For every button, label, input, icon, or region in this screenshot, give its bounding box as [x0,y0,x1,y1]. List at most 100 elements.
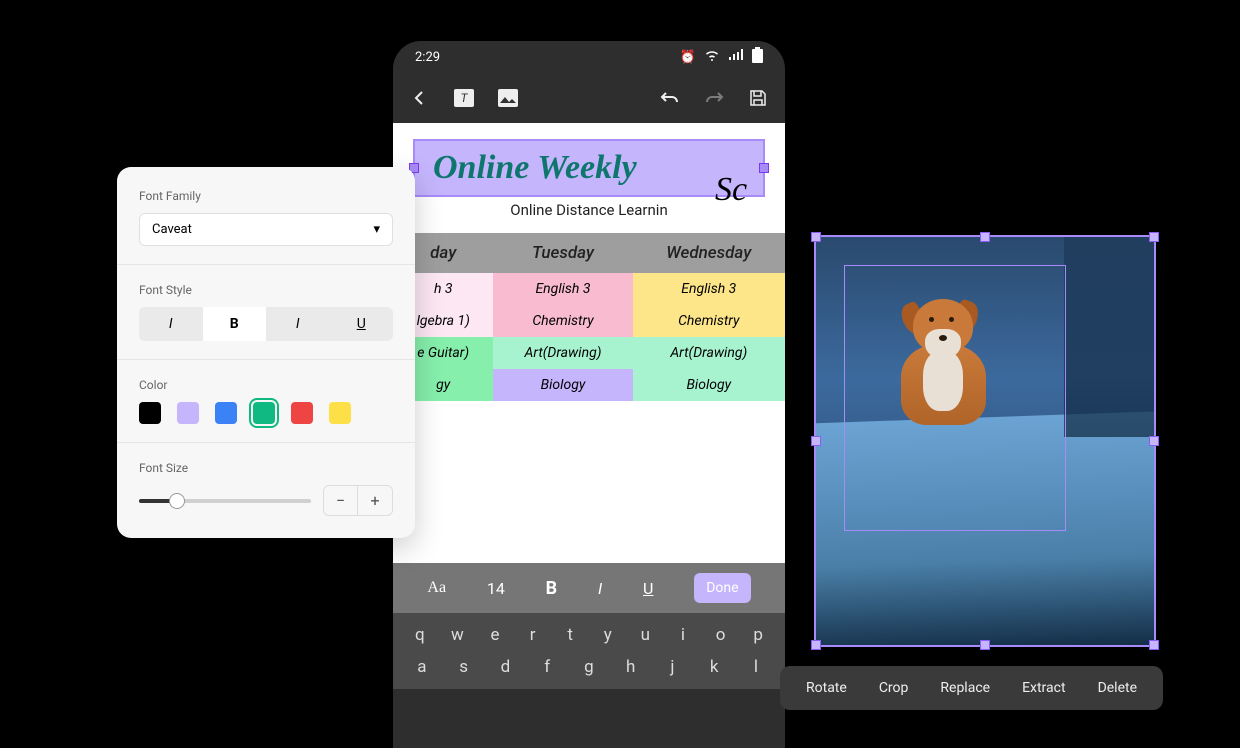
document-canvas[interactable]: Online Weekly Sc Online Distance Learnin… [393,123,785,563]
color-swatch[interactable] [253,402,275,424]
resize-handle-tl[interactable] [811,232,821,242]
color-label: Color [139,378,393,392]
table-cell: Biology [493,369,632,401]
resize-handle-bm[interactable] [980,640,990,650]
chevron-down-icon: ▾ [373,222,380,237]
resize-handle-br[interactable] [1149,640,1159,650]
font-button[interactable]: Aa [427,579,446,597]
table-cell: Art(Drawing) [493,337,632,369]
stepper-plus[interactable]: + [358,486,392,515]
stepper-minus[interactable]: − [324,486,358,515]
table-cell: English 3 [633,273,785,305]
keyboard-key[interactable]: e [481,625,509,645]
keyboard-key[interactable]: f [533,657,561,677]
undo-icon[interactable] [659,87,681,109]
font-family-select[interactable]: Caveat ▾ [139,213,393,246]
resize-handle-mr[interactable] [1149,436,1159,446]
italic-button[interactable]: I [598,579,602,598]
bold-button[interactable]: B [546,578,558,599]
table-row: e Guitar)Art(Drawing)Art(Drawing) [393,337,785,369]
font-size-label: Font Size [139,461,393,475]
keyboard-key[interactable]: s [450,657,478,677]
color-swatch[interactable] [139,402,161,424]
font-size-slider[interactable] [139,499,311,503]
resize-handle-bl[interactable] [811,640,821,650]
font-style-label: Font Style [139,283,393,297]
resize-handle-tm[interactable] [980,232,990,242]
battery-icon [752,47,763,67]
color-swatch[interactable] [177,402,199,424]
svg-text:T: T [461,91,469,105]
keyboard-key[interactable]: w [443,625,471,645]
keyboard-key[interactable]: q [406,625,434,645]
keyboard-key[interactable]: i [669,625,697,645]
keyboard-key[interactable]: k [700,657,728,677]
table-row: lgebra 1)ChemistryChemistry [393,305,785,337]
crop-button[interactable]: Crop [879,680,909,696]
underline-button[interactable]: U [643,579,653,598]
resize-handle-tr[interactable] [1149,232,1159,242]
keyboard-key[interactable]: u [631,625,659,645]
keyboard-key[interactable]: p [744,625,772,645]
table-cell: Chemistry [493,305,632,337]
font-panel: Font Family Caveat ▾ Font Style I B I U … [117,167,415,538]
color-swatch[interactable] [329,402,351,424]
keyboard-key[interactable]: y [594,625,622,645]
save-icon[interactable] [747,87,769,109]
schedule-table: dayTuesdayWednesday h 3English 3English … [393,233,785,401]
underline-toggle[interactable]: U [330,307,394,341]
extract-button[interactable]: Extract [1022,680,1065,696]
color-swatch[interactable] [215,402,237,424]
keyboard-key[interactable]: h [617,657,645,677]
resize-handle-ml[interactable] [811,436,821,446]
image-selection[interactable] [814,235,1156,647]
italic-toggle[interactable]: I [139,307,203,341]
phone-mockup: 2:29 ⏰ T Online Weekly Sc Online Distanc… [393,41,785,748]
keyboard-key[interactable]: a [408,657,436,677]
text-tool-icon[interactable]: T [453,87,475,109]
done-button[interactable]: Done [694,573,750,603]
status-bar: 2:29 ⏰ [393,41,785,73]
replace-button[interactable]: Replace [940,680,990,696]
keyboard-key[interactable]: l [742,657,770,677]
font-family-value: Caveat [152,222,192,237]
font-size-value[interactable]: 14 [487,579,505,598]
title-overflow: Sc [715,171,747,209]
italic-toggle-2[interactable]: I [266,307,330,341]
image-tool-icon[interactable] [497,87,519,109]
status-time: 2:29 [415,50,440,65]
status-icons: ⏰ [680,47,763,67]
wifi-icon [704,49,720,65]
table-cell: Art(Drawing) [633,337,785,369]
back-icon[interactable] [409,87,431,109]
keyboard-key[interactable]: j [658,657,686,677]
redo-icon[interactable] [703,87,725,109]
text-format-toolbar: Aa 14 B I U Done [393,563,785,613]
keyboard-key[interactable]: g [575,657,603,677]
document-title: Online Weekly [433,149,745,187]
font-size-stepper: − + [323,485,393,516]
alarm-icon: ⏰ [680,50,696,65]
bold-toggle[interactable]: B [203,307,267,341]
keyboard[interactable]: qwertyuiop asdfghjkl [393,613,785,689]
title-text-selection[interactable]: Online Weekly Sc [413,139,765,197]
image-editor[interactable] [804,225,1166,657]
table-row: h 3English 3English 3 [393,273,785,305]
table-header: Tuesday [493,233,632,273]
font-style-group: I B I U [139,307,393,341]
color-swatches [139,402,393,424]
image-toolbar: Rotate Crop Replace Extract Delete [780,666,1163,710]
keyboard-key[interactable]: d [491,657,519,677]
table-header: Wednesday [633,233,785,273]
color-swatch[interactable] [291,402,313,424]
delete-button[interactable]: Delete [1098,680,1137,696]
keyboard-key[interactable]: o [707,625,735,645]
keyboard-key[interactable]: r [519,625,547,645]
keyboard-key[interactable]: t [556,625,584,645]
table-cell: Chemistry [633,305,785,337]
rotate-button[interactable]: Rotate [806,680,847,696]
signal-icon [728,49,744,65]
table-cell: English 3 [493,273,632,305]
app-toolbar: T [393,73,785,123]
table-cell: Biology [633,369,785,401]
